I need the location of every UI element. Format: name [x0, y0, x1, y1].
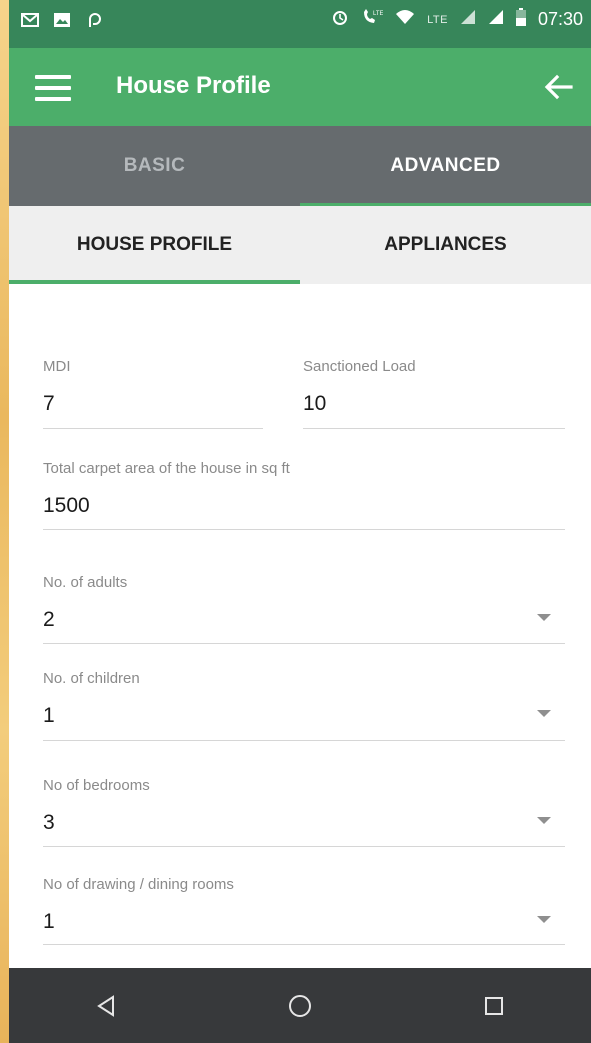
- children-select[interactable]: No. of children 1: [43, 670, 565, 741]
- tab-basic[interactable]: BASIC: [9, 126, 300, 206]
- main-tabs: BASIC ADVANCED: [9, 126, 591, 206]
- adults-select[interactable]: No. of adults 2: [43, 574, 565, 644]
- system-nav-bar: [9, 968, 591, 1043]
- background-frame: [0, 0, 9, 1043]
- tab-advanced[interactable]: ADVANCED: [300, 126, 591, 206]
- adults-value: 2: [43, 608, 55, 631]
- mdi-field[interactable]: MDI 7: [43, 358, 263, 429]
- children-value: 1: [43, 704, 55, 727]
- gallery-icon: [53, 11, 71, 29]
- chevron-down-icon[interactable]: [537, 817, 551, 824]
- chevron-down-icon[interactable]: [537, 614, 551, 621]
- volte-call-icon: LTE: [361, 8, 384, 31]
- app-bar: House Profile: [9, 48, 591, 126]
- home-circle-icon[interactable]: [270, 976, 330, 1036]
- tab-house-profile[interactable]: HOUSE PROFILE: [9, 206, 300, 284]
- signal-icon: [460, 9, 476, 30]
- signal-icon: [488, 9, 504, 30]
- carpet-area-label: Total carpet area of the house in sq ft: [43, 460, 290, 477]
- sanctioned-load-label: Sanctioned Load: [303, 358, 416, 375]
- alarm-icon: [331, 8, 349, 31]
- carpet-area-field[interactable]: Total carpet area of the house in sq ft …: [43, 460, 565, 530]
- tab-appliances[interactable]: APPLIANCES: [300, 206, 591, 284]
- status-bar: LTE LTE 07:30: [9, 0, 591, 48]
- chevron-down-icon[interactable]: [537, 916, 551, 923]
- bedrooms-select[interactable]: No of bedrooms 3: [43, 777, 565, 847]
- bedrooms-value: 3: [43, 811, 55, 834]
- svg-text:LTE: LTE: [373, 11, 383, 17]
- drawing-dining-select[interactable]: No of drawing / dining rooms 1: [43, 876, 565, 945]
- drawing-dining-value: 1: [43, 910, 55, 933]
- page-title: House Profile: [116, 72, 271, 99]
- gmail-icon: [21, 11, 39, 29]
- sanctioned-load-field[interactable]: Sanctioned Load 10: [303, 358, 565, 429]
- lte-label: LTE: [427, 13, 448, 26]
- carpet-area-value[interactable]: 1500: [43, 494, 90, 518]
- clock: 07:30: [537, 9, 583, 29]
- battery-icon: [515, 8, 526, 31]
- house-profile-form: MDI 7 Sanctioned Load 10 Total carpet ar…: [9, 284, 591, 968]
- back-triangle-icon[interactable]: [76, 976, 136, 1036]
- sanctioned-load-value[interactable]: 10: [303, 392, 326, 416]
- back-arrow-icon[interactable]: [543, 72, 575, 102]
- bedrooms-label: No of bedrooms: [43, 777, 150, 794]
- phone-screen: LTE LTE 07:30 House Profile BASIC ADVANC…: [9, 0, 591, 1043]
- menu-icon[interactable]: [35, 75, 71, 101]
- adults-label: No. of adults: [43, 574, 128, 591]
- drawing-dining-label: No of drawing / dining rooms: [43, 876, 234, 893]
- recents-square-icon[interactable]: [464, 976, 524, 1036]
- wifi-icon: [395, 8, 415, 31]
- sub-tabs: HOUSE PROFILE APPLIANCES: [9, 206, 591, 284]
- mdi-value[interactable]: 7: [43, 392, 55, 416]
- children-label: No. of children: [43, 670, 140, 687]
- mdi-label: MDI: [43, 358, 71, 375]
- app-icon: [85, 11, 103, 29]
- chevron-down-icon[interactable]: [537, 710, 551, 717]
